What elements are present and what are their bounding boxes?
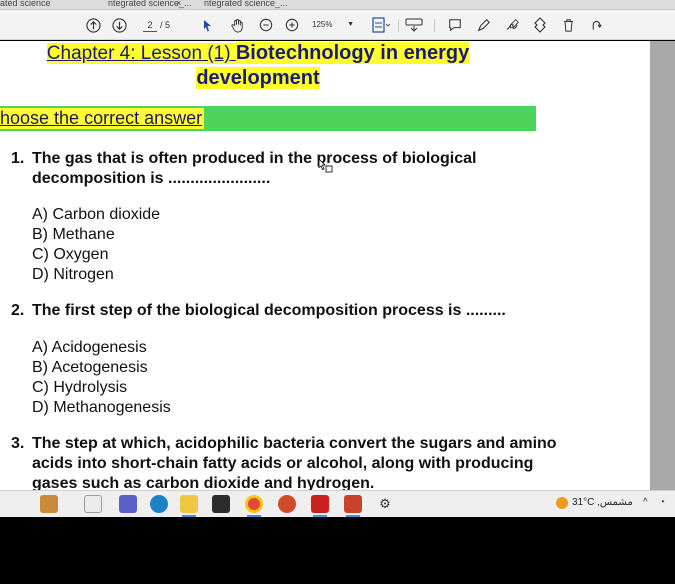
active-app-indicator bbox=[313, 515, 327, 517]
weather-icon[interactable] bbox=[556, 497, 568, 509]
toolbar-separator bbox=[434, 19, 435, 32]
active-app-indicator bbox=[182, 515, 196, 517]
question-text: The gas that is often produced in the pr… bbox=[32, 150, 477, 167]
chapter-title: Chapter 4: Lesson (1) Biotechnology in e… bbox=[28, 41, 488, 90]
section-heading: hoose the correct answer bbox=[0, 108, 205, 129]
sign-icon[interactable] bbox=[504, 16, 522, 34]
undo-icon[interactable] bbox=[588, 16, 604, 34]
task-view-icon[interactable] bbox=[84, 495, 102, 513]
network-icon[interactable]: ◔ bbox=[659, 497, 665, 508]
option-1d: D) Nitrogen bbox=[32, 266, 114, 283]
mouse-cursor-icon bbox=[318, 158, 334, 179]
acrobat-icon[interactable] bbox=[311, 495, 329, 513]
option-2c: C) Hydrolysis bbox=[32, 379, 128, 396]
word-icon[interactable] bbox=[278, 495, 296, 513]
question-3-line2: acids into short-chain fatty acids or al… bbox=[32, 455, 534, 472]
question-1: 1. The gas that is often produced in the … bbox=[11, 149, 477, 169]
taskbar: ⚙ 31°C ,مشمس ^ ◔ bbox=[0, 490, 675, 517]
option-2d: D) Methanogenesis bbox=[32, 399, 171, 416]
option-2b: B) Acetogenesis bbox=[32, 359, 148, 376]
powerpoint-icon[interactable] bbox=[344, 495, 362, 513]
settings-icon[interactable]: ⚙ bbox=[376, 495, 394, 513]
question-3: 3. The step at which, acidophilic bacteri… bbox=[11, 434, 557, 454]
browser-tab-3[interactable]: ntegrated science_... bbox=[204, 0, 288, 9]
stamp-icon[interactable] bbox=[531, 16, 549, 34]
store-icon[interactable] bbox=[212, 495, 230, 513]
edge-icon[interactable] bbox=[150, 495, 168, 513]
active-app-indicator bbox=[346, 515, 360, 517]
toolbar-separator bbox=[398, 19, 399, 32]
active-app-indicator bbox=[247, 515, 261, 517]
zoom-level-dropdown[interactable]: 125% ▼ bbox=[312, 18, 354, 32]
question-number: 1. bbox=[11, 150, 25, 167]
browser-tab-strip: ated science ntegrated science_... × nte… bbox=[0, 0, 675, 10]
option-2a: A) Acidogenesis bbox=[32, 339, 147, 356]
question-1-line2: decomposition is ....................... bbox=[32, 170, 271, 187]
question-3-line3: gases such as carbon dioxide and hydroge… bbox=[32, 475, 375, 490]
vertical-scrollbar[interactable] bbox=[650, 41, 675, 490]
zoom-out-icon[interactable] bbox=[258, 16, 274, 34]
chevron-up-icon[interactable]: ^ bbox=[643, 497, 648, 508]
question-number: 2. bbox=[11, 302, 25, 319]
read-aloud-icon[interactable] bbox=[404, 16, 424, 34]
pdf-toolbar: 2 / 5 125% ▼ bbox=[0, 10, 675, 40]
browser-tab-1[interactable]: ated science bbox=[0, 0, 51, 9]
chevron-down-icon: ▼ bbox=[347, 21, 354, 28]
page-total-label: / 5 bbox=[160, 20, 171, 30]
question-text: The first step of the biological decompo… bbox=[32, 302, 506, 319]
option-1a: A) Carbon dioxide bbox=[32, 206, 161, 223]
chapter-topic: Biotechnology in energy bbox=[235, 42, 470, 64]
comment-icon[interactable] bbox=[446, 16, 464, 34]
weather-text[interactable]: 31°C ,مشمس bbox=[572, 497, 633, 508]
chrome-icon[interactable] bbox=[245, 495, 263, 513]
teams-icon[interactable] bbox=[119, 495, 137, 513]
page-up-icon[interactable] bbox=[84, 16, 102, 34]
page-fit-icon[interactable] bbox=[370, 16, 392, 34]
start-icon[interactable] bbox=[40, 495, 58, 513]
hand-tool-icon[interactable] bbox=[228, 16, 246, 34]
tab-close-icon[interactable]: × bbox=[176, 0, 181, 9]
page-down-icon[interactable] bbox=[110, 16, 128, 34]
select-tool-icon[interactable] bbox=[201, 16, 215, 34]
delete-icon[interactable] bbox=[560, 16, 576, 34]
question-text: The step at which, acidophilic bacteria … bbox=[32, 435, 557, 452]
option-1b: B) Methane bbox=[32, 226, 115, 243]
zoom-level-value: 125% bbox=[312, 20, 333, 29]
draw-pen-icon[interactable] bbox=[475, 16, 493, 34]
file-explorer-icon[interactable] bbox=[180, 495, 198, 513]
zoom-in-icon[interactable] bbox=[284, 16, 300, 34]
chapter-topic-line2: development bbox=[196, 67, 320, 89]
pdf-page: Chapter 4: Lesson (1) Biotechnology in e… bbox=[0, 41, 650, 490]
option-1c: C) Oxygen bbox=[32, 246, 109, 263]
question-2: 2. The first step of the biological decom… bbox=[11, 301, 506, 321]
question-number: 3. bbox=[11, 435, 25, 452]
page-number-input[interactable]: 2 bbox=[143, 18, 157, 32]
section-banner: hoose the correct answer bbox=[0, 106, 536, 131]
chapter-lesson-label: Chapter 4: Lesson (1) bbox=[46, 43, 236, 64]
